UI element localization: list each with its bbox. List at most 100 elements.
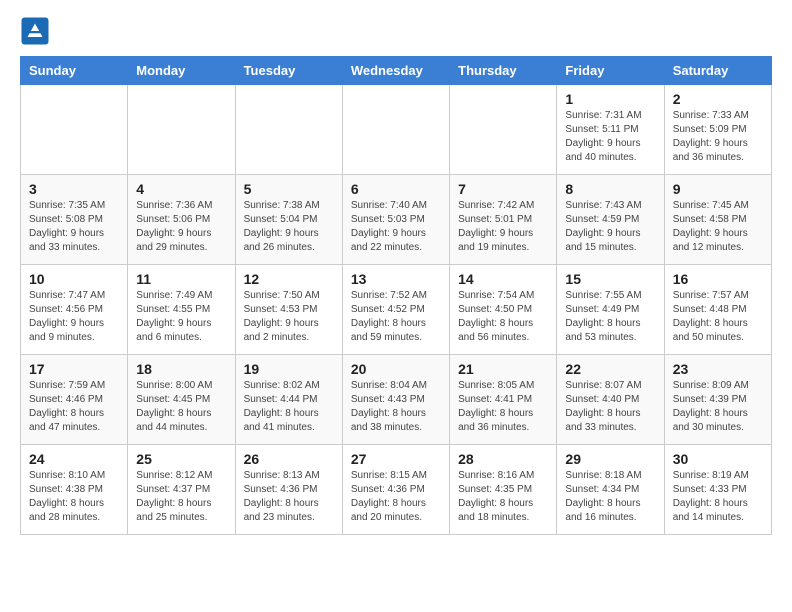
day-number: 22 [565, 361, 655, 377]
calendar-cell: 11Sunrise: 7:49 AM Sunset: 4:55 PM Dayli… [128, 265, 235, 355]
day-detail: Sunrise: 7:42 AM Sunset: 5:01 PM Dayligh… [458, 199, 548, 255]
header [20, 16, 772, 46]
day-number: 14 [458, 271, 548, 287]
calendar-cell [21, 85, 128, 175]
day-number: 19 [244, 361, 334, 377]
calendar-cell: 17 Sunrise: 7:59 AM Sunset: 4:46 PM Dayli… [21, 355, 128, 445]
calendar-cell: 13 Sunrise: 7:52 AM Sunset: 4:52 PM Dayli… [342, 265, 449, 355]
calendar-cell: 6Sunrise: 7:40 AM Sunset: 5:03 PM Daylig… [342, 175, 449, 265]
calendar-cell [235, 85, 342, 175]
day-number: 11 [136, 271, 226, 287]
header-day-monday: Monday [128, 57, 235, 85]
calendar-cell: 18 Sunrise: 8:00 AM Sunset: 4:45 PM Dayli… [128, 355, 235, 445]
day-detail: Sunrise: 8:12 AM Sunset: 4:37 PM Dayligh… [136, 469, 226, 525]
day-number: 9 [673, 181, 763, 197]
day-detail: Sunrise: 7:45 AM Sunset: 4:58 PM Dayligh… [673, 199, 763, 255]
day-detail: Sunrise: 8:02 AM Sunset: 4:44 PM Dayligh… [244, 379, 334, 435]
calendar-week-row: 1 Sunrise: 7:31 AM Sunset: 5:11 PM Daylig… [21, 85, 772, 175]
calendar-cell: 10Sunrise: 7:47 AM Sunset: 4:56 PM Dayli… [21, 265, 128, 355]
day-detail: Sunrise: 7:36 AM Sunset: 5:06 PM Dayligh… [136, 199, 226, 255]
day-detail: Sunrise: 7:31 AM Sunset: 5:11 PM Dayligh… [565, 109, 655, 165]
day-number: 20 [351, 361, 441, 377]
day-detail: Sunrise: 8:10 AM Sunset: 4:38 PM Dayligh… [29, 469, 119, 525]
calendar-cell [450, 85, 557, 175]
day-detail: Sunrise: 8:04 AM Sunset: 4:43 PM Dayligh… [351, 379, 441, 435]
day-number: 1 [565, 91, 655, 107]
calendar-cell: 29 Sunrise: 8:18 AM Sunset: 4:34 PM Dayli… [557, 445, 664, 535]
calendar-cell: 24 Sunrise: 8:10 AM Sunset: 4:38 PM Dayli… [21, 445, 128, 535]
day-detail: Sunrise: 7:43 AM Sunset: 4:59 PM Dayligh… [565, 199, 655, 255]
day-number: 10 [29, 271, 119, 287]
calendar-cell: 26 Sunrise: 8:13 AM Sunset: 4:36 PM Dayli… [235, 445, 342, 535]
day-detail: Sunrise: 7:50 AM Sunset: 4:53 PM Dayligh… [244, 289, 334, 345]
day-number: 21 [458, 361, 548, 377]
day-number: 4 [136, 181, 226, 197]
header-day-wednesday: Wednesday [342, 57, 449, 85]
day-number: 5 [244, 181, 334, 197]
day-number: 28 [458, 451, 548, 467]
day-detail: Sunrise: 7:57 AM Sunset: 4:48 PM Dayligh… [673, 289, 763, 345]
calendar-cell: 15 Sunrise: 7:55 AM Sunset: 4:49 PM Dayli… [557, 265, 664, 355]
day-number: 29 [565, 451, 655, 467]
calendar-cell: 3 Sunrise: 7:35 AM Sunset: 5:08 PM Daylig… [21, 175, 128, 265]
calendar-cell: 7 Sunrise: 7:42 AM Sunset: 5:01 PM Daylig… [450, 175, 557, 265]
day-detail: Sunrise: 8:05 AM Sunset: 4:41 PM Dayligh… [458, 379, 548, 435]
header-day-saturday: Saturday [664, 57, 771, 85]
calendar-cell: 4 Sunrise: 7:36 AM Sunset: 5:06 PM Daylig… [128, 175, 235, 265]
calendar-cell: 30 Sunrise: 8:19 AM Sunset: 4:33 PM Dayli… [664, 445, 771, 535]
calendar-cell: 1 Sunrise: 7:31 AM Sunset: 5:11 PM Daylig… [557, 85, 664, 175]
calendar-week-row: 3 Sunrise: 7:35 AM Sunset: 5:08 PM Daylig… [21, 175, 772, 265]
day-number: 6 [351, 181, 441, 197]
day-number: 13 [351, 271, 441, 287]
calendar-table: SundayMondayTuesdayWednesdayThursdayFrid… [20, 56, 772, 535]
day-detail: Sunrise: 8:00 AM Sunset: 4:45 PM Dayligh… [136, 379, 226, 435]
day-detail: Sunrise: 7:33 AM Sunset: 5:09 PM Dayligh… [673, 109, 763, 165]
header-day-thursday: Thursday [450, 57, 557, 85]
calendar-cell: 5Sunrise: 7:38 AM Sunset: 5:04 PM Daylig… [235, 175, 342, 265]
day-number: 24 [29, 451, 119, 467]
day-number: 30 [673, 451, 763, 467]
day-number: 25 [136, 451, 226, 467]
logo-icon [20, 16, 50, 46]
calendar-cell: 21 Sunrise: 8:05 AM Sunset: 4:41 PM Dayli… [450, 355, 557, 445]
day-detail: Sunrise: 8:13 AM Sunset: 4:36 PM Dayligh… [244, 469, 334, 525]
day-number: 17 [29, 361, 119, 377]
day-number: 16 [673, 271, 763, 287]
header-day-friday: Friday [557, 57, 664, 85]
calendar-cell: 22Sunrise: 8:07 AM Sunset: 4:40 PM Dayli… [557, 355, 664, 445]
calendar-week-row: 24 Sunrise: 8:10 AM Sunset: 4:38 PM Dayli… [21, 445, 772, 535]
calendar-cell: 19 Sunrise: 8:02 AM Sunset: 4:44 PM Dayli… [235, 355, 342, 445]
calendar-cell: 2 Sunrise: 7:33 AM Sunset: 5:09 PM Daylig… [664, 85, 771, 175]
day-detail: Sunrise: 7:55 AM Sunset: 4:49 PM Dayligh… [565, 289, 655, 345]
day-detail: Sunrise: 8:16 AM Sunset: 4:35 PM Dayligh… [458, 469, 548, 525]
calendar-cell: 9 Sunrise: 7:45 AM Sunset: 4:58 PM Daylig… [664, 175, 771, 265]
calendar-week-row: 17 Sunrise: 7:59 AM Sunset: 4:46 PM Dayli… [21, 355, 772, 445]
day-number: 7 [458, 181, 548, 197]
header-day-tuesday: Tuesday [235, 57, 342, 85]
day-detail: Sunrise: 7:52 AM Sunset: 4:52 PM Dayligh… [351, 289, 441, 345]
day-number: 23 [673, 361, 763, 377]
calendar-cell: 16 Sunrise: 7:57 AM Sunset: 4:48 PM Dayli… [664, 265, 771, 355]
calendar-cell: 12 Sunrise: 7:50 AM Sunset: 4:53 PM Dayli… [235, 265, 342, 355]
day-number: 3 [29, 181, 119, 197]
day-number: 8 [565, 181, 655, 197]
day-detail: Sunrise: 7:59 AM Sunset: 4:46 PM Dayligh… [29, 379, 119, 435]
calendar-cell: 14Sunrise: 7:54 AM Sunset: 4:50 PM Dayli… [450, 265, 557, 355]
calendar-cell: 27Sunrise: 8:15 AM Sunset: 4:36 PM Dayli… [342, 445, 449, 535]
day-detail: Sunrise: 7:35 AM Sunset: 5:08 PM Dayligh… [29, 199, 119, 255]
calendar-cell: 8 Sunrise: 7:43 AM Sunset: 4:59 PM Daylig… [557, 175, 664, 265]
calendar-cell [342, 85, 449, 175]
day-number: 12 [244, 271, 334, 287]
day-detail: Sunrise: 8:09 AM Sunset: 4:39 PM Dayligh… [673, 379, 763, 435]
calendar-header-row: SundayMondayTuesdayWednesdayThursdayFrid… [21, 57, 772, 85]
day-number: 2 [673, 91, 763, 107]
day-number: 15 [565, 271, 655, 287]
logo [20, 16, 54, 46]
day-number: 26 [244, 451, 334, 467]
calendar-cell: 20 Sunrise: 8:04 AM Sunset: 4:43 PM Dayli… [342, 355, 449, 445]
calendar-cell [128, 85, 235, 175]
calendar-cell: 28 Sunrise: 8:16 AM Sunset: 4:35 PM Dayli… [450, 445, 557, 535]
day-number: 18 [136, 361, 226, 377]
day-detail: Sunrise: 8:18 AM Sunset: 4:34 PM Dayligh… [565, 469, 655, 525]
day-detail: Sunrise: 8:19 AM Sunset: 4:33 PM Dayligh… [673, 469, 763, 525]
